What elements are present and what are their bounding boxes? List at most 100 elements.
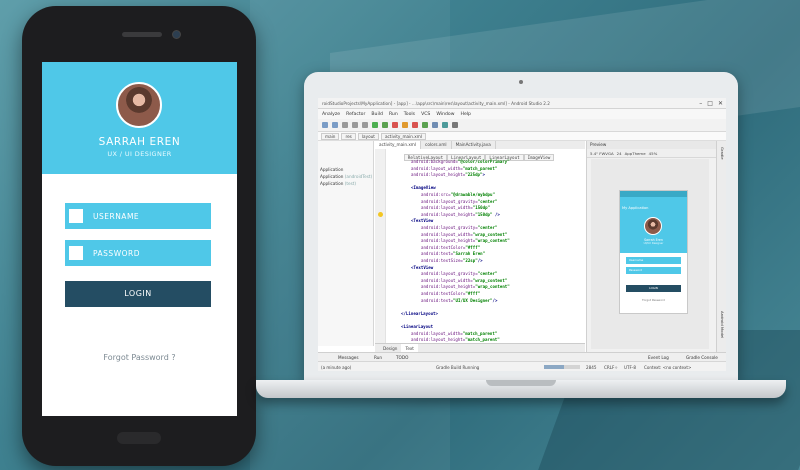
- run-icon[interactable]: [382, 122, 388, 128]
- tab-colors[interactable]: colors.xml: [421, 141, 452, 149]
- user-role: UX / UI DESIGNER: [107, 150, 172, 158]
- xml-crumb[interactable]: ImageView: [523, 154, 555, 161]
- preview-zoom[interactable]: 45%: [649, 151, 658, 156]
- code-token: android:layout_height=: [421, 238, 476, 244]
- code-token: </LinearLayout>: [401, 310, 438, 316]
- forgot-password-link[interactable]: Forgot Password ?: [42, 353, 237, 362]
- username-field[interactable]: USERNAME: [65, 203, 211, 229]
- menu-window[interactable]: Window: [436, 112, 454, 117]
- code-token: android:layout_width=: [411, 330, 463, 336]
- home-button[interactable]: [117, 432, 161, 444]
- project-row[interactable]: Application (androidTest): [320, 174, 372, 179]
- stop-icon[interactable]: [412, 122, 418, 128]
- code-token: android:layout_height=: [411, 337, 466, 343]
- preview-avatar: [644, 217, 662, 235]
- menu-help[interactable]: Help: [460, 112, 470, 117]
- project-row[interactable]: Application (test): [320, 181, 356, 186]
- code-token: >: [482, 172, 485, 178]
- run-tool[interactable]: Run: [374, 355, 382, 360]
- code-token: android:text=: [421, 297, 454, 303]
- code-line: <LinearLayout: [401, 324, 433, 329]
- code-token: "Sarrah Eren": [453, 251, 486, 257]
- preview-api[interactable]: 24: [617, 151, 622, 156]
- gradle-tool-tab[interactable]: Gradle: [720, 147, 725, 160]
- code-editor[interactable]: RelativeLayout LinearLayout LinearLayout Im…: [387, 149, 585, 343]
- code-token: <TextView: [411, 264, 434, 270]
- code-token: "match_parent": [465, 337, 500, 343]
- tab-text[interactable]: Text: [401, 344, 418, 352]
- crumb-layout[interactable]: layout: [357, 132, 379, 140]
- todo-tool[interactable]: TODO: [396, 355, 408, 360]
- attach-icon[interactable]: [402, 122, 408, 128]
- menu-build[interactable]: Build: [371, 112, 383, 117]
- event-log-tool[interactable]: Event Log: [648, 355, 669, 360]
- code-token: android:textColor=: [421, 291, 466, 296]
- paste-icon[interactable]: [362, 122, 368, 128]
- project-row-hint: (androidTest): [344, 174, 373, 179]
- context-indicator: Context: <no context>: [644, 365, 692, 370]
- avd-manager-icon[interactable]: [442, 122, 448, 128]
- code-token: />: [492, 297, 498, 303]
- menu-tools[interactable]: Tools: [404, 112, 415, 117]
- maximize-icon[interactable]: □: [707, 100, 713, 107]
- preview-app-title: My Application: [622, 206, 649, 210]
- login-button[interactable]: LOGIN: [65, 281, 211, 307]
- gradle-console-tool[interactable]: Gradle Console: [686, 355, 718, 360]
- code-token: "wrap_content": [475, 238, 510, 244]
- build-status: Gradle Build Running: [436, 365, 480, 370]
- tab-main-activity[interactable]: MainActivity.java: [452, 141, 496, 149]
- code-line: android:textSize="22sp"/>: [421, 258, 483, 263]
- help-icon[interactable]: [452, 122, 458, 128]
- undo-icon[interactable]: [322, 122, 328, 128]
- toolbar: [318, 119, 726, 132]
- menu-run[interactable]: Run: [389, 112, 398, 117]
- preview-device[interactable]: 5.4" FWVGA: [590, 151, 614, 156]
- code-token: android:text=: [421, 251, 454, 257]
- menu-refactor[interactable]: Refactor: [346, 112, 365, 117]
- tab-activity-main[interactable]: activity_main.xml: [375, 141, 422, 149]
- file-encoding[interactable]: UTF-8: [624, 365, 636, 370]
- code-line: android:layout_gravity="center": [421, 199, 497, 204]
- username-placeholder: USERNAME: [93, 211, 140, 221]
- project-row[interactable]: Application: [320, 167, 343, 172]
- menu-vcs[interactable]: VCS: [421, 112, 430, 117]
- close-icon[interactable]: ✕: [718, 100, 723, 107]
- code-line: android:src="@drawable/mybdpu": [421, 192, 495, 197]
- messages-tool[interactable]: Messages: [338, 355, 359, 360]
- code-token: "#fff": [465, 244, 481, 250]
- copy-icon[interactable]: [352, 122, 358, 128]
- preview-toolbar: 5.4" FWVGA 24 AppTheme 45%: [587, 149, 717, 158]
- make-icon[interactable]: [372, 122, 378, 128]
- tab-design[interactable]: Design: [379, 344, 401, 352]
- code-line: android:layout_height="150dp" />: [421, 212, 500, 217]
- caret-position: 2845: [586, 365, 597, 370]
- sdk-manager-icon[interactable]: [432, 122, 438, 128]
- code-line: android:background="@color/colorPrimary": [411, 159, 510, 164]
- preview-theme[interactable]: AppTheme: [625, 151, 646, 156]
- code-token: "match_parent": [462, 165, 498, 171]
- code-token: />: [492, 211, 500, 217]
- project-row-label: Application: [320, 174, 344, 179]
- code-token: "150dp": [472, 205, 491, 211]
- crumb-file[interactable]: activity_main.xml: [380, 132, 426, 140]
- crumb-main[interactable]: main: [321, 132, 340, 140]
- lightbulb-icon[interactable]: [378, 212, 383, 217]
- redo-icon[interactable]: [332, 122, 338, 128]
- code-token: <LinearLayout: [401, 324, 434, 329]
- crumb-res[interactable]: res: [341, 132, 356, 140]
- debug-icon[interactable]: [392, 122, 398, 128]
- code-token: android:layout_height=: [421, 211, 476, 217]
- minimize-icon[interactable]: –: [699, 100, 702, 107]
- line-separator[interactable]: CRLF÷: [604, 365, 618, 370]
- code-line: android:textColor="#fff": [421, 291, 480, 296]
- code-token: "150dp": [475, 211, 493, 217]
- sync-icon[interactable]: [422, 122, 428, 128]
- android-model-tool-tab[interactable]: Android Model: [720, 311, 725, 338]
- code-token: android:src=: [421, 192, 451, 197]
- menu-analyze[interactable]: Analyze: [322, 112, 340, 117]
- editor-tabs: activity_main.xml colors.xml MainActivit…: [375, 141, 585, 149]
- cut-icon[interactable]: [342, 122, 348, 128]
- password-field[interactable]: PASSWORD: [65, 240, 211, 266]
- code-token: "wrap_content": [475, 284, 510, 290]
- preview-password-field: Password: [626, 267, 681, 274]
